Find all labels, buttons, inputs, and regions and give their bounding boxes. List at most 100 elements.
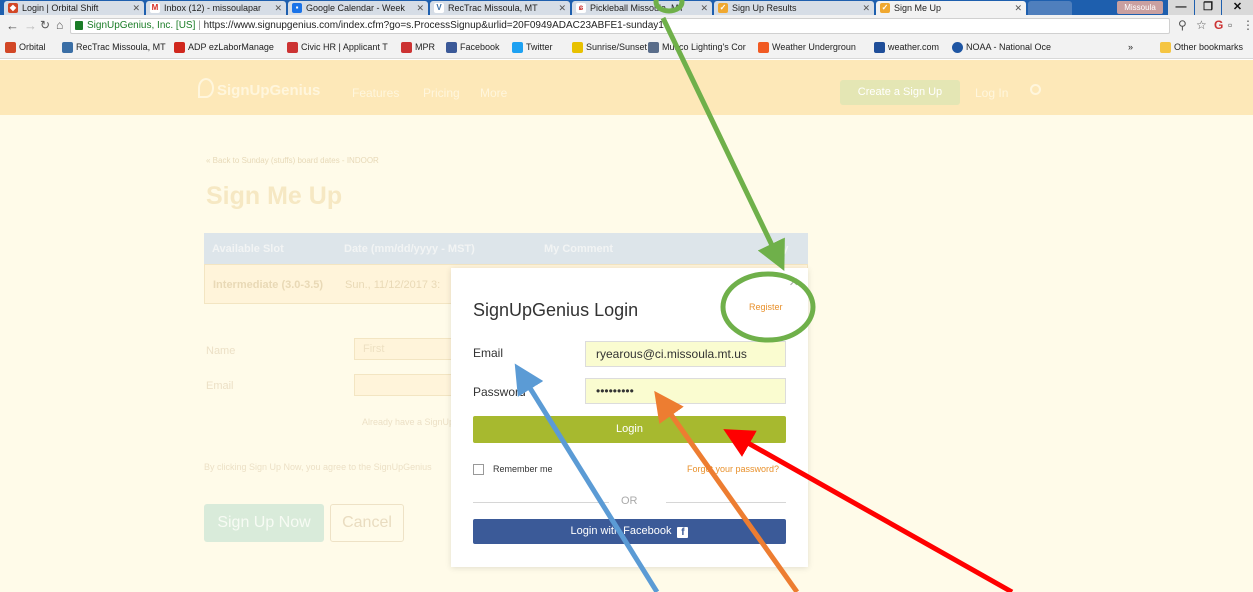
signupgenius-logo-icon: [198, 78, 214, 98]
password-label: Password: [473, 385, 526, 399]
maximize-icon[interactable]: ❐: [1195, 0, 1221, 15]
site-logo[interactable]: SignUpGenius: [217, 82, 320, 99]
extension-badge-icon[interactable]: G: [1214, 18, 1223, 32]
bookmark-twitter[interactable]: Twitter: [512, 41, 553, 54]
nav-pricing[interactable]: Pricing: [423, 86, 460, 100]
bookmark-sunrise[interactable]: Sunrise/Sunset: [572, 41, 647, 54]
bookmark-label: Sunrise/Sunset: [586, 42, 648, 52]
nav-features[interactable]: Features: [352, 86, 399, 100]
bookmark-noaa[interactable]: NOAA - National Oce: [952, 41, 1051, 54]
forward-arrow-icon[interactable]: →: [24, 18, 37, 33]
close-tab-icon[interactable]: ✕: [700, 1, 708, 15]
folder-icon: [1160, 42, 1171, 53]
bookmark-facebook[interactable]: Facebook: [446, 41, 500, 54]
forgot-password-link[interactable]: Forgot your password?: [687, 464, 779, 474]
sun-icon: [572, 42, 583, 53]
tab-google-calendar[interactable]: ▪ Google Calendar - Week ✕: [288, 1, 428, 15]
url-field[interactable]: SignUpGenius, Inc. [US] | https://www.si…: [70, 18, 1170, 34]
extension-square-icon[interactable]: ▫: [1228, 18, 1232, 32]
bookmark-weather-com[interactable]: weather.com: [874, 41, 939, 54]
register-link[interactable]: Register: [749, 302, 783, 312]
other-bookmarks-label: Other bookmarks: [1174, 42, 1244, 52]
secure-origin-label: SignUpGenius, Inc. [US]: [87, 20, 196, 31]
bookmark-label: RecTrac Missoula, MT: [76, 42, 166, 52]
search-icon[interactable]: [1030, 84, 1041, 95]
back-arrow-icon[interactable]: ←: [6, 18, 19, 33]
close-tab-icon[interactable]: ✕: [1014, 1, 1022, 15]
bookmark-label: weather.com: [888, 42, 940, 52]
close-tab-icon[interactable]: ✕: [132, 1, 140, 15]
nav-more[interactable]: More: [480, 86, 507, 100]
facebook-button-label: Login with Facebook: [570, 525, 672, 537]
other-bookmarks[interactable]: Other bookmarks: [1160, 41, 1243, 54]
bookmark-civic-hr[interactable]: Civic HR | Applicant T: [287, 41, 388, 54]
profile-button[interactable]: Missoula: [1117, 1, 1163, 14]
bookmark-label: MPR: [415, 42, 435, 52]
weather-underground-icon: [758, 42, 769, 53]
back-link[interactable]: « Back to Sunday (stuffs) board dates - …: [206, 156, 379, 165]
rectrac-icon: V: [434, 3, 444, 13]
browser-tab-strip: ◆ Login | Orbital Shift ✕ M Inbox (12) -…: [0, 0, 1253, 15]
bookmark-label: Weather Undergroun: [772, 42, 856, 52]
remember-me-label[interactable]: Remember me: [493, 464, 553, 474]
tab-sign-me-up[interactable]: ✓ Sign Me Up ✕: [876, 1, 1026, 15]
col-date: Date (mm/dd/yyyy - MST): [344, 243, 475, 255]
email-label: Email: [206, 380, 234, 392]
minimize-icon[interactable]: —: [1168, 0, 1194, 15]
tab-orbital-shift[interactable]: ◆ Login | Orbital Shift ✕: [4, 1, 144, 15]
divider-left: [473, 502, 609, 503]
modal-title: SignUpGenius Login: [473, 300, 639, 320]
close-tab-icon[interactable]: ✕: [416, 1, 424, 15]
login-with-facebook-button[interactable]: Login with Facebook f: [473, 519, 786, 544]
close-icon[interactable]: ×: [789, 274, 798, 292]
facebook-icon: f: [677, 527, 689, 538]
menu-dots-icon[interactable]: ⋮: [1242, 18, 1253, 32]
password-field[interactable]: •••••••••: [585, 378, 786, 404]
cancel-button[interactable]: Cancel: [330, 504, 404, 542]
col-my-comment: My Comment: [544, 243, 614, 255]
create-signup-button[interactable]: Create a Sign Up: [840, 80, 960, 105]
email-field[interactable]: ryearous@ci.missoula.mt.us: [585, 341, 786, 367]
login-button[interactable]: Login: [473, 416, 786, 443]
bookmark-label: Facebook: [460, 42, 500, 52]
bookmark-mpr[interactable]: MPR: [401, 41, 435, 54]
signup-icon: ✓: [880, 3, 890, 13]
window-close-icon[interactable]: ✕: [1222, 0, 1253, 15]
close-tab-icon[interactable]: ✕: [558, 1, 566, 15]
musco-icon: [648, 42, 659, 53]
extension-icon[interactable]: ⚲: [1178, 18, 1187, 32]
new-tab-button[interactable]: [1028, 1, 1072, 15]
close-tab-icon[interactable]: ✕: [862, 1, 870, 15]
close-tab-icon[interactable]: ✕: [274, 1, 282, 15]
name-label: Name: [206, 345, 236, 357]
facebook-icon: [446, 42, 457, 53]
bookmark-label: Civic HR | Applicant T: [301, 42, 388, 52]
bookmark-weather-underground[interactable]: Weather Undergroun: [758, 41, 856, 54]
bookmarks-overflow-button[interactable]: »: [1128, 41, 1133, 54]
login-link[interactable]: Log In: [975, 86, 1008, 100]
adp-icon: [174, 42, 185, 53]
bookmark-adp[interactable]: ADP ezLaborManage: [174, 41, 274, 54]
noaa-icon: [952, 42, 963, 53]
tab-label: Login | Orbital Shift: [22, 3, 99, 13]
tab-sign-up-results[interactable]: ✓ Sign Up Results ✕: [714, 1, 874, 15]
remember-me-checkbox[interactable]: [473, 464, 484, 475]
bookmark-rectrac[interactable]: RecTrac Missoula, MT: [62, 41, 166, 54]
bookmark-orbital[interactable]: Orbital: [5, 41, 46, 54]
tab-inbox[interactable]: M Inbox (12) - missoulapar ✕: [146, 1, 286, 15]
tab-pickleball[interactable]: ɕ Pickleball Missoula, MT ✕: [572, 1, 712, 15]
star-bookmark-icon[interactable]: ☆: [1196, 18, 1207, 32]
bookmark-label: ADP ezLaborManage: [188, 42, 274, 52]
slot-name: Intermediate (3.0-3.5): [213, 279, 324, 291]
col-qty: Qty: [770, 243, 789, 255]
home-icon[interactable]: ⌂: [56, 18, 63, 32]
twitter-icon: [512, 42, 523, 53]
reload-icon[interactable]: ↻: [40, 18, 50, 32]
tab-label: Sign Me Up: [894, 3, 942, 13]
bookmark-musco[interactable]: Musco Lighting's Cor: [648, 41, 746, 54]
bookmark-label: Twitter: [526, 42, 553, 52]
tab-rectrac[interactable]: V RecTrac Missoula, MT ✕: [430, 1, 570, 15]
sign-up-now-button[interactable]: Sign Up Now: [204, 504, 324, 542]
account-note[interactable]: Already have a SignUp: [362, 417, 454, 427]
bookmarks-bar: Orbital RecTrac Missoula, MT ADP ezLabor…: [0, 37, 1253, 59]
